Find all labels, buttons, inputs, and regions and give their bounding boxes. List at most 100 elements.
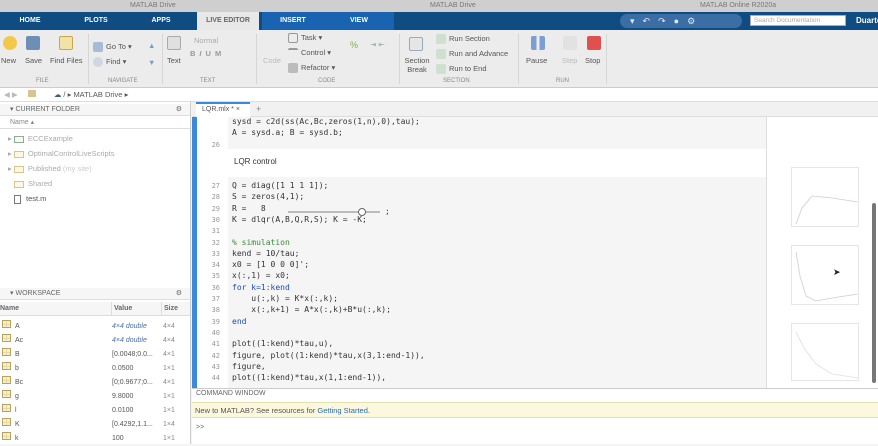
getting-started-link[interactable]: Getting Started [317,406,367,415]
workspace-header[interactable]: ▾ WORKSPACE ⚙ [0,288,190,300]
code-line[interactable]: R = 8 [232,204,266,213]
code-line[interactable]: for k=1:kend [232,283,290,292]
code-button[interactable]: Code [263,56,281,65]
settings-icon[interactable]: ⚙ [176,104,182,116]
save-icon[interactable]: ▾ [630,16,643,26]
browser-tab[interactable]: MATLAB Online R2020a [700,2,776,9]
folder-item[interactable]: ▸ Published (my site) [8,162,92,175]
control-button[interactable]: Control ▾ [288,48,331,58]
code-line[interactable]: kend = 10/tau; [232,249,299,258]
code-line[interactable]: % simulation [232,238,290,247]
monospace-button[interactable]: M [215,49,225,58]
refactor-button[interactable]: Refactor ▾ [288,63,335,74]
code-line[interactable]: K = dlqr(A,B,Q,R,S); K = -K; [232,215,367,224]
code-line[interactable]: S = zeros(4,1); [232,192,304,201]
code-line[interactable]: plot((1:kend)*tau,x(1,1:end-1)), [232,373,386,382]
path-matlab-drive[interactable]: MATLAB Drive [73,90,122,99]
back-arrow-icon[interactable]: ▲ [148,41,155,50]
workspace-row[interactable]: Ac 4×4 double 4×4 [0,334,190,348]
workspace-row[interactable]: K [0.4292,1.1... 1×4 [0,418,190,432]
new-tab-button[interactable]: + [256,104,261,114]
workspace-row[interactable]: B [0.0048;0.0... 4×1 [0,348,190,362]
text-style-dropdown[interactable]: Normal [194,36,218,45]
forward-arrow-icon[interactable]: ▼ [148,58,155,67]
code-line[interactable]: Q = diag([1 1 1 1]); [232,181,328,190]
undo-icon[interactable]: ↶ [643,16,659,26]
user-name[interactable]: Duarte [856,14,878,28]
pause-button[interactable]: Pause [526,56,547,65]
find-button[interactable]: Find ▾ [93,57,126,68]
tab-plots[interactable]: PLOTS [72,12,120,30]
workspace-row[interactable]: b 0.0500 1×1 [0,362,190,376]
find-files-button[interactable]: Find Files [50,56,83,65]
col-name[interactable]: Name [0,302,19,316]
quick-access-toolbar[interactable]: ▾↶↷●⚙ [620,14,742,28]
figure-plot-x1[interactable] [791,323,859,381]
code-line[interactable]: x0 = [1 0 0 0]'; [232,260,309,269]
code-line[interactable]: figure, [232,362,266,371]
run-to-end-button[interactable]: Run to End [436,64,487,75]
scrollbar[interactable] [872,203,876,383]
browser-tab[interactable]: MATLAB Drive [130,2,176,9]
workspace-row[interactable]: g 9.8000 1×1 [0,390,190,404]
step-button[interactable]: Step [562,56,577,65]
bold-button[interactable]: B [190,49,199,58]
indent-icon[interactable]: ⇥ ⇤ [370,40,385,49]
format-buttons[interactable]: BIUM [190,49,225,58]
workspace-row[interactable]: A 4×4 double 4×4 [0,320,190,334]
code-line[interactable]: plot((1:kend)*tau,u), [232,339,333,348]
stop-button[interactable]: Stop [585,56,600,65]
settings-icon[interactable]: ⚙ [176,288,182,300]
workspace-column-headers: Name Value Size [0,302,190,316]
search-documentation-input[interactable]: Search Documentation [750,15,846,26]
tab-lqr-mlx[interactable]: LQR.mlx * × [196,102,250,117]
code-line[interactable]: figure, plot((1:kend)*tau,x(3,1:end-1)), [232,351,425,360]
run-section-button[interactable]: Run Section [436,34,490,45]
code-line[interactable]: sysd = c2d(ss(Ac,Bc,zeros(1,n),0),tau); [232,117,420,126]
back-icon[interactable]: ◀ ▶ [4,90,18,99]
code-line[interactable]: end [232,317,246,326]
tab-insert[interactable]: INSERT [262,12,324,30]
new-button[interactable]: New [1,56,16,65]
code-line[interactable]: x(:,1) = x0; [232,271,290,280]
file-item[interactable]: test.m [14,192,46,205]
code-line[interactable]: u(:,k) = K*x(:,k); [232,294,338,303]
close-tab-icon[interactable]: × [236,106,240,113]
workspace-row[interactable]: Bc [0;0.9677;0... 4×1 [0,376,190,390]
figure-plot-x3[interactable] [791,245,859,305]
help-icon[interactable]: ● [674,16,687,26]
underline-button[interactable]: U [206,49,215,58]
tab-apps[interactable]: APPS [140,12,182,30]
r-slider[interactable]: ; [288,207,390,216]
redo-icon[interactable]: ↷ [658,16,674,26]
settings-icon[interactable]: ⚙ [687,16,703,26]
col-size[interactable]: Size [161,302,178,316]
task-button[interactable]: Task ▾ [288,33,322,44]
current-folder-header[interactable]: ▾ CURRENT FOLDER ⚙ [0,104,190,116]
folder-item[interactable]: Shared [14,177,52,190]
folder-item[interactable]: ▸ OptimalControlLiveScripts [8,147,115,160]
folder-item[interactable]: ▸ ECCExample [8,132,73,145]
col-value[interactable]: Value [111,302,132,316]
go-to-button[interactable]: Go To ▾ [93,42,132,53]
address-bar[interactable]: ◀ ▶ ☁ / ▸ MATLAB Drive ▸ [0,88,878,102]
browser-tab[interactable]: MATLAB Drive [430,2,476,9]
tab-view[interactable]: VIEW [324,12,394,30]
section-break-button[interactable]: Section Break [402,56,432,74]
section-text[interactable]: LQR control [234,157,277,166]
column-header-name[interactable]: Name ▴ [0,117,190,129]
run-and-advance-button[interactable]: Run and Advance [436,49,508,60]
tab-live-editor[interactable]: LIVE EDITOR [197,12,259,30]
code-line[interactable]: x(:,k+1) = A*x(:,k)+B*u(:,k); [232,305,391,314]
text-button[interactable]: Text [167,56,181,65]
folder-up-icon[interactable] [27,90,36,97]
save-button[interactable]: Save [25,56,42,65]
find-icon [93,57,103,68]
command-input[interactable]: >> [196,424,866,431]
figure-plot-u[interactable] [791,167,859,227]
comment-icon[interactable]: % [350,40,358,50]
code-line[interactable]: A = sysd.a; B = sysd.b; [232,128,343,137]
tab-home[interactable]: HOME [8,12,52,30]
slider-thumb[interactable] [357,208,366,216]
workspace-row[interactable]: l 0.0100 1×1 [0,404,190,418]
